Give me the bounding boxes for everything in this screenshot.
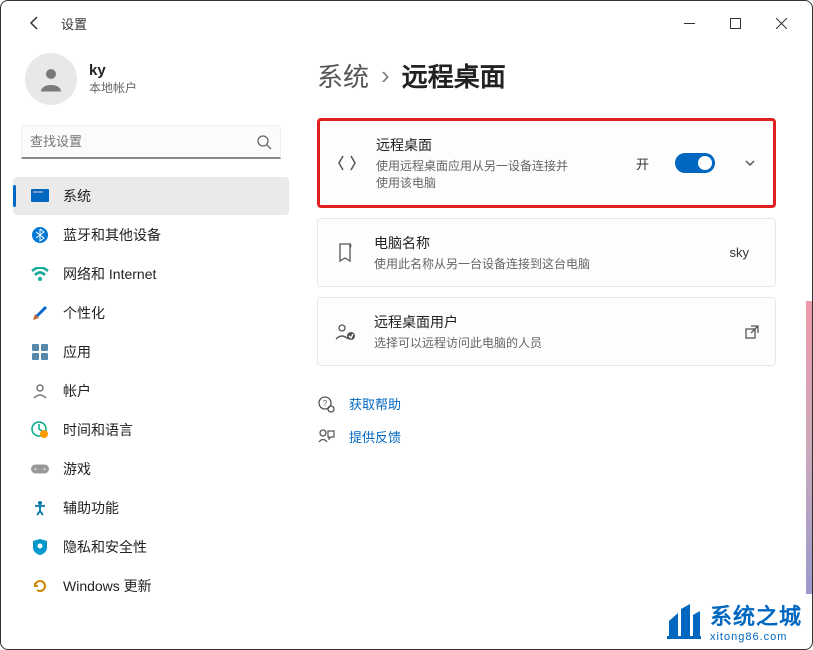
watermark-title: 系统之城 (710, 599, 802, 631)
breadcrumb-separator: › (381, 60, 390, 91)
nav-accessibility[interactable]: 辅助功能 (13, 489, 289, 527)
user-subtitle: 本地帐户 (89, 79, 137, 96)
decorative-strip (806, 301, 812, 594)
nav-label: 蓝牙和其他设备 (63, 225, 161, 245)
feedback-icon (317, 428, 335, 446)
close-button[interactable] (758, 7, 804, 39)
remote-desktop-toggle[interactable] (675, 153, 715, 173)
expand-chevron-icon[interactable] (743, 156, 757, 170)
nav-time-language[interactable]: 时间和语言 (13, 411, 289, 449)
get-help-link[interactable]: ? 获取帮助 (317, 394, 776, 413)
card-desc: 使用此名称从另一台设备连接到这台电脑 (374, 255, 712, 272)
brush-icon (31, 304, 49, 322)
nav-label: 游戏 (63, 459, 91, 479)
nav-label: 系统 (63, 186, 91, 206)
bluetooth-icon (31, 226, 49, 244)
shield-icon (31, 538, 49, 556)
nav-label: 应用 (63, 342, 91, 362)
app-title: 设置 (61, 14, 87, 33)
content-area: 系统 › 远程桌面 远程桌面 使用远程桌面应用从另一设备连接并使用该电脑 开 电… (301, 45, 812, 649)
users-icon (334, 323, 356, 341)
watermark-sub: xitong86.com (710, 631, 802, 643)
nav-label: 帐户 (63, 381, 91, 401)
card-desc: 选择可以远程访问此电脑的人员 (374, 334, 727, 351)
search-input[interactable] (30, 134, 256, 149)
search-box[interactable] (21, 125, 281, 159)
nav-label: 个性化 (63, 303, 105, 323)
accessibility-icon (31, 499, 49, 517)
nav-label: 隐私和安全性 (63, 537, 147, 557)
pc-name-value: sky (730, 245, 750, 260)
card-title: 远程桌面用户 (374, 312, 727, 332)
pc-name-icon (334, 243, 356, 263)
external-link-icon[interactable] (745, 325, 759, 339)
watermark: 系统之城 xitong86.com (664, 599, 802, 643)
nav-label: 网络和 Internet (63, 264, 156, 284)
help-link-label: 获取帮助 (349, 394, 401, 413)
help-icon: ? (317, 395, 335, 413)
person-icon (31, 382, 49, 400)
back-button[interactable] (25, 13, 45, 33)
nav-network[interactable]: 网络和 Internet (13, 255, 289, 293)
nav-accounts[interactable]: 帐户 (13, 372, 289, 410)
nav-label: 辅助功能 (63, 498, 119, 518)
nav-label: 时间和语言 (63, 420, 133, 440)
user-name: ky (89, 62, 137, 79)
remote-desktop-icon (336, 153, 358, 173)
page-title: 远程桌面 (402, 57, 506, 94)
system-icon (31, 187, 49, 205)
titlebar: 设置 (1, 1, 812, 45)
apps-icon (31, 343, 49, 361)
avatar (25, 53, 77, 105)
maximize-button[interactable] (712, 7, 758, 39)
nav-personalization[interactable]: 个性化 (13, 294, 289, 332)
minimize-button[interactable] (666, 7, 712, 39)
card-title: 远程桌面 (376, 135, 618, 155)
globe-time-icon (31, 421, 49, 439)
card-title: 电脑名称 (374, 233, 712, 253)
card-desc: 使用远程桌面应用从另一设备连接并使用该电脑 (376, 157, 576, 191)
update-icon (31, 577, 49, 595)
nav-bluetooth[interactable]: 蓝牙和其他设备 (13, 216, 289, 254)
remote-users-card[interactable]: 远程桌面用户 选择可以远程访问此电脑的人员 (317, 297, 776, 366)
nav-list: 系统 蓝牙和其他设备 网络和 Internet 个性化 应用 帐户 (9, 177, 293, 605)
wifi-icon (31, 265, 49, 283)
nav-system[interactable]: 系统 (13, 177, 289, 215)
remote-desktop-card[interactable]: 远程桌面 使用远程桌面应用从另一设备连接并使用该电脑 开 (317, 118, 776, 208)
gamepad-icon (31, 460, 49, 478)
svg-text:?: ? (323, 399, 328, 408)
nav-label: Windows 更新 (63, 576, 152, 596)
breadcrumb-root[interactable]: 系统 (317, 57, 369, 94)
sidebar: ky 本地帐户 系统 蓝牙和其他设备 网络和 Internet (1, 45, 301, 649)
user-block[interactable]: ky 本地帐户 (9, 45, 293, 125)
feedback-link-label: 提供反馈 (349, 427, 401, 446)
search-icon (256, 134, 272, 150)
toggle-state-label: 开 (636, 154, 649, 173)
nav-privacy[interactable]: 隐私和安全性 (13, 528, 289, 566)
pc-name-card: 电脑名称 使用此名称从另一台设备连接到这台电脑 sky (317, 218, 776, 287)
nav-windows-update[interactable]: Windows 更新 (13, 567, 289, 605)
watermark-logo-icon (664, 601, 704, 641)
nav-gaming[interactable]: 游戏 (13, 450, 289, 488)
feedback-link[interactable]: 提供反馈 (317, 427, 776, 446)
breadcrumb: 系统 › 远程桌面 (317, 57, 776, 94)
nav-apps[interactable]: 应用 (13, 333, 289, 371)
